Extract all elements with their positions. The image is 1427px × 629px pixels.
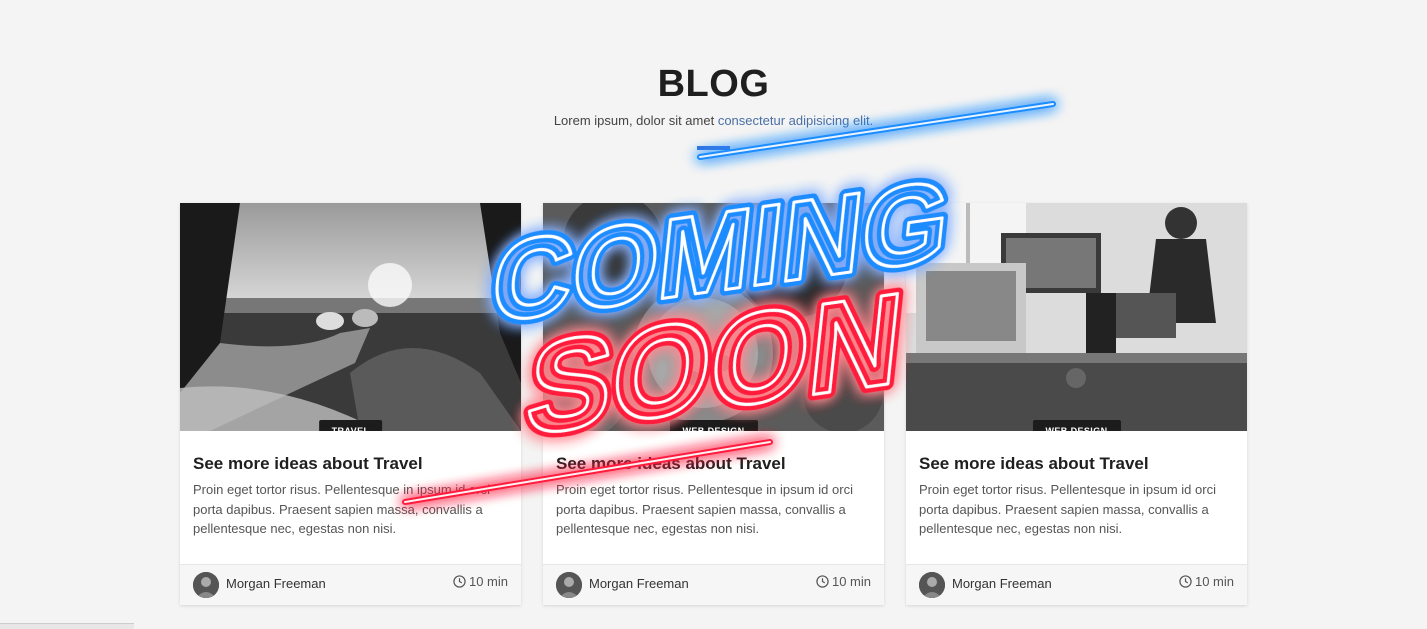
- card-image-travel[interactable]: TRAVEL: [180, 203, 521, 431]
- office-photo-icon: [906, 203, 1247, 431]
- card-excerpt: Proin eget tortor risus. Pellentesque in…: [193, 482, 490, 536]
- card-footer: Morgan Freeman 10 min: [180, 564, 521, 605]
- card-image-food[interactable]: WEB DESIGN: [543, 203, 884, 431]
- read-time: 10 min: [1179, 574, 1234, 589]
- title-divider: [697, 146, 730, 150]
- card-title[interactable]: See more ideas about Travel: [919, 453, 1149, 475]
- card-title[interactable]: See more ideas about Travel: [556, 453, 786, 475]
- author-name[interactable]: Morgan Freeman: [589, 576, 689, 591]
- card-footer: Morgan Freeman 10 min: [543, 564, 884, 605]
- read-time: 10 min: [816, 574, 871, 589]
- author-name[interactable]: Morgan Freeman: [952, 576, 1052, 591]
- clock-icon: [453, 575, 466, 588]
- blog-header: BLOG Lorem ipsum, dolor sit amet consect…: [0, 60, 1427, 130]
- blog-card[interactable]: WEB DESIGN See more ideas about Travel P…: [906, 203, 1247, 605]
- read-time: 10 min: [453, 574, 508, 589]
- read-time-value: 10 min: [831, 574, 871, 589]
- clock-icon: [1179, 575, 1192, 588]
- avatar[interactable]: [556, 572, 582, 598]
- page-title: BLOG: [657, 63, 770, 105]
- travel-photo-icon: [180, 203, 521, 431]
- card-excerpt: Proin eget tortor risus. Pellentesque in…: [919, 482, 1216, 536]
- avatar-icon: [193, 572, 219, 598]
- blog-card[interactable]: WEB DESIGN See more ideas about Travel P…: [543, 203, 884, 605]
- card-image-office[interactable]: WEB DESIGN: [906, 203, 1247, 431]
- card-title[interactable]: See more ideas about Travel: [193, 453, 423, 475]
- card-footer: Morgan Freeman 10 min: [906, 564, 1247, 605]
- clock-icon: [816, 575, 829, 588]
- avatar-icon: [919, 572, 945, 598]
- category-badge[interactable]: WEB DESIGN: [669, 420, 758, 431]
- subtitle-link[interactable]: consectetur adipisicing elit.: [718, 113, 873, 128]
- subtitle-text: Lorem ipsum, dolor sit amet: [553, 113, 718, 128]
- category-badge[interactable]: WEB DESIGN: [1032, 420, 1121, 431]
- status-bar: [0, 623, 134, 629]
- read-time-value: 10 min: [1194, 574, 1234, 589]
- page-subtitle: Lorem ipsum, dolor sit amet consectetur …: [0, 112, 1427, 130]
- author-name[interactable]: Morgan Freeman: [226, 576, 326, 591]
- avatar-icon: [556, 572, 582, 598]
- card-excerpt: Proin eget tortor risus. Pellentesque in…: [556, 482, 853, 536]
- food-photo-icon: [543, 203, 884, 431]
- blog-page: BLOG Lorem ipsum, dolor sit amet consect…: [0, 0, 1427, 629]
- avatar[interactable]: [919, 572, 945, 598]
- category-badge[interactable]: TRAVEL: [318, 420, 383, 431]
- read-time-value: 10 min: [468, 574, 508, 589]
- blog-card[interactable]: TRAVEL See more ideas about Travel Proin…: [180, 203, 521, 605]
- avatar[interactable]: [193, 572, 219, 598]
